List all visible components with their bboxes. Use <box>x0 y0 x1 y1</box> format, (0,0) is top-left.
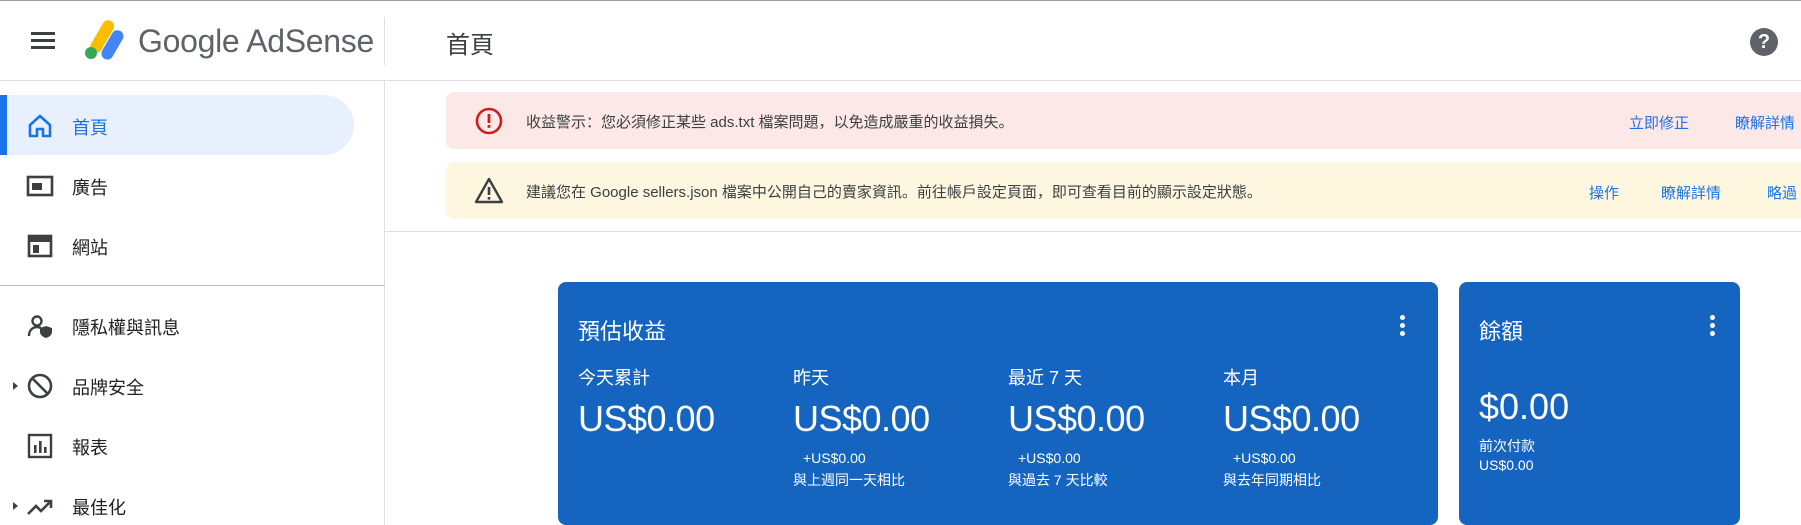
balance-value: $0.00 <box>1479 386 1570 427</box>
learn-more-link[interactable]: 瞭解詳情 <box>1735 112 1795 133</box>
sidebar-item-label: 最佳化 <box>72 498 126 518</box>
metric-value: US$0.00 <box>578 398 715 439</box>
sidebar-item-label: 隱私權與訊息 <box>72 318 180 338</box>
more-options-icon[interactable] <box>1392 312 1412 340</box>
metric-label: 本月 <box>1223 368 1259 388</box>
metric-label: 今天累計 <box>578 368 650 388</box>
sidebar-item-reports[interactable]: 報表 <box>0 415 354 475</box>
metric-label: 最近 7 天 <box>1008 368 1083 388</box>
sidebar-item-label: 品牌安全 <box>72 378 144 398</box>
top-app-bar: Google AdSense 首頁 ? <box>0 0 1801 81</box>
alert-message: 收益警示：您必須修正某些 ads.txt 檔案問題，以免造成嚴重的收益損失。 <box>526 114 1014 131</box>
estimated-earnings-card: 預估收益 今天累計 US$0.00 昨天 US$0.00 +US$0.00 與上… <box>558 282 1438 525</box>
sidebar: 首頁 廣告 網站 隱私權與訊息 品牌安全 報表 最佳化 <box>0 81 385 525</box>
fix-now-link[interactable]: 立即修正 <box>1629 112 1689 133</box>
metric-label: 昨天 <box>793 368 829 388</box>
metric-comparison: 與過去 7 天比較 <box>1008 472 1108 488</box>
block-icon <box>27 373 53 399</box>
metric-value: US$0.00 <box>1223 398 1360 439</box>
sidebar-item-privacy[interactable]: 隱私權與訊息 <box>0 295 354 355</box>
metric-today: 今天累計 US$0.00 <box>578 364 788 440</box>
more-options-icon[interactable] <box>1702 312 1722 340</box>
menu-icon[interactable] <box>28 28 58 54</box>
last-payment-amount: US$0.00 <box>1479 457 1534 473</box>
trending-icon <box>27 499 53 515</box>
metric-value: US$0.00 <box>793 398 930 439</box>
balance-card: 餘額 $0.00 前次付款 US$0.00 <box>1459 282 1740 525</box>
metric-delta: +US$0.00 <box>1233 450 1296 466</box>
sidebar-divider <box>0 285 385 286</box>
learn-more-link[interactable]: 瞭解詳情 <box>1661 182 1721 203</box>
sidebar-item-label: 首頁 <box>72 118 108 138</box>
take-action-link[interactable]: 操作 <box>1589 182 1619 203</box>
content-divider <box>385 231 1801 232</box>
privacy-icon <box>27 315 52 338</box>
sellers-json-warning-alert: 建議您在 Google sellers.json 檔案中公開自己的賣家資訊。前往… <box>446 162 1801 219</box>
metric-this-month: 本月 US$0.00 +US$0.00 與去年同期相比 <box>1223 364 1433 490</box>
sidebar-item-home[interactable]: 首頁 <box>0 95 354 155</box>
sidebar-item-label: 報表 <box>72 438 108 458</box>
metric-comparison: 與上週同一天相比 <box>793 472 905 488</box>
sidebar-item-label: 廣告 <box>72 178 108 198</box>
ad-icon <box>26 175 54 197</box>
sidebar-item-optimization[interactable]: 最佳化 <box>0 475 354 525</box>
ads-txt-error-alert: 收益警示：您必須修正某些 ads.txt 檔案問題，以免造成嚴重的收益損失。 立… <box>446 92 1801 149</box>
metric-value: US$0.00 <box>1008 398 1145 439</box>
page-title: 首頁 <box>446 32 494 59</box>
sidebar-item-sites[interactable]: 網站 <box>0 215 354 275</box>
metric-yesterday: 昨天 US$0.00 +US$0.00 與上週同一天相比 <box>793 364 1003 490</box>
sidebar-item-label: 網站 <box>72 238 108 258</box>
last-payment-label: 前次付款 <box>1479 438 1535 454</box>
metric-delta: +US$0.00 <box>803 450 866 466</box>
metric-comparison: 與去年同期相比 <box>1223 472 1321 488</box>
expand-caret-icon[interactable] <box>13 502 18 510</box>
warning-icon <box>474 177 504 204</box>
error-icon <box>475 107 503 135</box>
card-title: 預估收益 <box>578 319 667 344</box>
dismiss-link[interactable]: 略過 <box>1767 182 1797 203</box>
metric-delta: +US$0.00 <box>1018 450 1081 466</box>
header-divider <box>384 17 385 65</box>
card-title: 餘額 <box>1479 319 1524 344</box>
metric-last-7-days: 最近 7 天 US$0.00 +US$0.00 與過去 7 天比較 <box>1008 364 1218 490</box>
expand-caret-icon[interactable] <box>13 382 18 390</box>
home-icon <box>28 114 52 138</box>
alert-message: 建議您在 Google sellers.json 檔案中公開自己的賣家資訊。前往… <box>526 184 1262 201</box>
help-icon[interactable]: ? <box>1750 28 1778 56</box>
sidebar-item-ads[interactable]: 廣告 <box>0 155 354 215</box>
sidebar-item-brand-safety[interactable]: 品牌安全 <box>0 355 354 415</box>
brand-name: Google AdSense <box>138 23 374 59</box>
sites-icon <box>27 234 53 258</box>
adsense-logo-icon <box>85 20 124 60</box>
reports-icon <box>27 433 53 459</box>
